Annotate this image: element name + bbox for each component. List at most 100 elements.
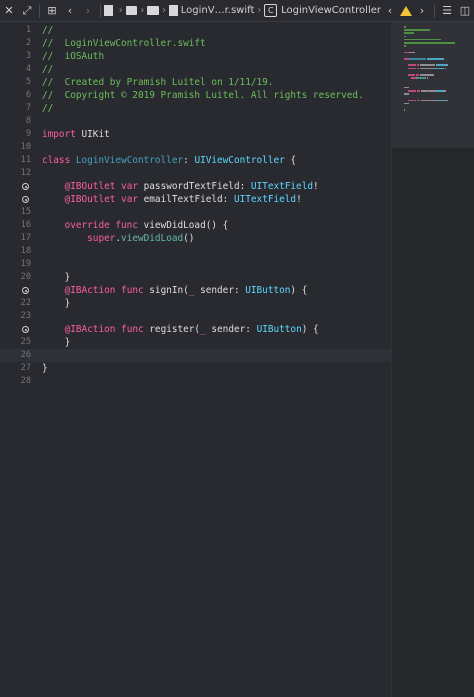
code-line[interactable]: 17 super.viewDidLoad() <box>0 232 391 245</box>
code-line[interactable]: 11 class LoginViewController: UIViewContr… <box>0 154 391 167</box>
minimap-visible-region[interactable] <box>392 22 474 148</box>
breadcrumb-chevron-icon: › <box>257 5 262 16</box>
folder-icon[interactable] <box>147 6 160 15</box>
minimap-token <box>404 93 409 95</box>
code-token: passwordTextField <box>143 181 240 192</box>
code-line[interactable]: 16 override func viewDidLoad() { <box>0 219 391 232</box>
related-items-grid-icon[interactable]: ⊞ <box>43 0 61 22</box>
forward-arrow-icon[interactable]: › <box>79 0 97 22</box>
line-number: 7 <box>25 103 31 113</box>
code-line[interactable]: 23 <box>0 310 391 323</box>
minimap-token <box>426 77 429 79</box>
code-line[interactable]: @IBAction func signIn(_ sender: UIButton… <box>0 284 391 297</box>
connection-indicator-icon[interactable] <box>22 196 29 203</box>
code-line[interactable]: 25 } <box>0 336 391 349</box>
code-text: // Created by Pramish Luitel on 1/11/19. <box>42 76 273 89</box>
connection-indicator-icon[interactable] <box>22 183 29 190</box>
code-token: LoginViewController <box>75 155 184 166</box>
code-line[interactable]: 22 } <box>0 297 391 310</box>
code-token: // LoginViewController.swift <box>42 38 206 49</box>
minimap-token <box>420 74 434 76</box>
code-line[interactable]: 9 import UIKit <box>0 128 391 141</box>
line-number: 16 <box>20 220 31 230</box>
code-line[interactable]: 2 // LoginViewController.swift <box>0 37 391 50</box>
code-line[interactable]: 8 <box>0 115 391 128</box>
code-token: : <box>222 194 234 205</box>
minimap-token <box>404 58 409 60</box>
minimap-token <box>407 90 416 92</box>
next-issue-icon[interactable]: › <box>413 0 431 22</box>
breadcrumb-file[interactable]: LoginV…r.swift <box>181 5 255 16</box>
line-number: 8 <box>25 116 31 126</box>
divider <box>39 3 40 18</box>
code-line[interactable]: @IBAction func register(_ sender: UIButt… <box>0 323 391 336</box>
minimap-token <box>421 99 430 102</box>
code-line[interactable]: 5 // Created by Pramish Luitel on 1/11/19… <box>0 76 391 89</box>
minimap-token <box>416 64 420 66</box>
minimap-token <box>404 109 405 111</box>
minimap-token <box>404 86 409 89</box>
folder-icon[interactable] <box>125 6 138 15</box>
code-token: import <box>42 129 76 140</box>
line-number: 22 <box>20 298 31 308</box>
minimap-token <box>404 32 414 34</box>
minimap-token <box>404 42 456 44</box>
code-token: @IBOutlet <box>64 194 116 205</box>
code-line[interactable]: 1 // <box>0 24 391 37</box>
line-number: 15 <box>20 207 31 217</box>
expand-icon[interactable]: ⤢ <box>18 0 36 22</box>
code-line[interactable]: 19 <box>0 258 391 271</box>
code-text: @IBOutlet var emailTextField: UITextFiel… <box>42 193 302 206</box>
code-text: class LoginViewController: UIViewControl… <box>42 154 296 167</box>
breadcrumb-symbol[interactable]: LoginViewController <box>281 5 381 16</box>
code-line[interactable]: 26 <box>0 349 391 362</box>
line-number: 20 <box>20 272 31 282</box>
line-number: 3 <box>25 51 31 61</box>
code-line[interactable]: 15 <box>0 206 391 219</box>
code-line[interactable]: 7 // <box>0 102 391 115</box>
connection-indicator-icon[interactable] <box>22 326 29 333</box>
divider <box>100 3 101 18</box>
minimap-token <box>443 90 447 92</box>
code-line[interactable]: 18 <box>0 245 391 258</box>
previous-issue-icon[interactable]: ‹ <box>381 0 399 22</box>
code-line[interactable]: 12 <box>0 167 391 180</box>
code-token: class <box>42 155 71 166</box>
back-arrow-icon[interactable]: ‹ <box>61 0 79 22</box>
close-editor-icon[interactable]: ✕ <box>0 0 18 22</box>
code-line[interactable]: @IBOutlet var passwordTextField: UITextF… <box>0 180 391 193</box>
code-text: // <box>42 24 53 37</box>
breadcrumb-chevron-icon: › <box>118 5 123 16</box>
code-editor[interactable]: 1 // 2 // LoginViewController.swift 3 // iOSA… <box>0 22 391 697</box>
split-editor-icon[interactable]: ◫ <box>456 0 474 22</box>
code-line[interactable]: 3 // iOSAuth <box>0 50 391 63</box>
minimap-token <box>420 64 436 66</box>
project-file-icon[interactable] <box>104 5 113 16</box>
code-line[interactable]: 20 } <box>0 271 391 284</box>
warning-icon[interactable] <box>399 0 413 22</box>
class-icon: C <box>264 4 278 17</box>
minimap-token <box>428 58 443 60</box>
code-line[interactable]: 27} <box>0 362 391 375</box>
editor-options-icon[interactable]: ☰ <box>438 0 456 22</box>
code-line[interactable]: 4 // <box>0 63 391 76</box>
minimap-token <box>434 67 445 70</box>
connection-indicator-icon[interactable] <box>22 287 29 294</box>
minimap-token <box>428 90 437 92</box>
code-line[interactable]: 10 <box>0 141 391 154</box>
code-token: UITextField <box>233 194 297 205</box>
code-token: UIViewController <box>194 155 285 166</box>
minimap-token <box>407 99 416 102</box>
code-text: } <box>42 362 48 375</box>
code-line[interactable]: @IBOutlet var emailTextField: UITextFiel… <box>0 193 391 206</box>
code-line[interactable]: 28 <box>0 375 391 388</box>
line-number: 1 <box>25 25 31 35</box>
minimap-token <box>404 26 406 28</box>
code-line[interactable]: 6 // Copyright © 2019 Pramish Luitel. All… <box>0 89 391 102</box>
code-text: override func viewDidLoad() { <box>42 219 229 232</box>
minimap[interactable] <box>391 22 474 697</box>
